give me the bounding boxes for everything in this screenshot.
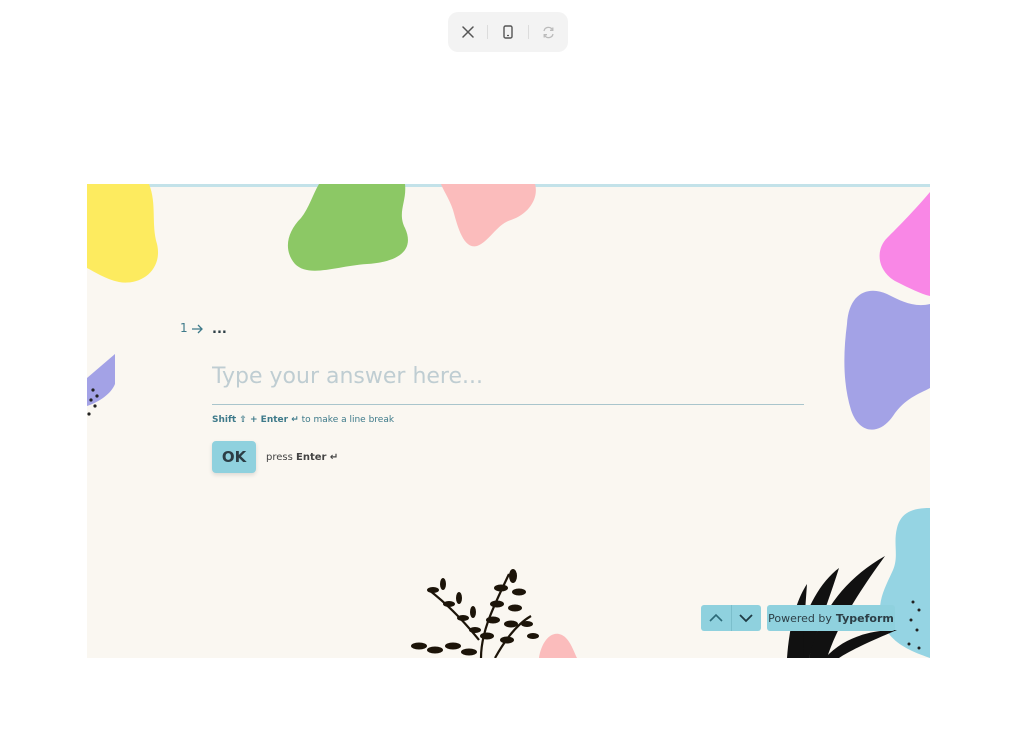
question-title: ... <box>212 322 227 337</box>
powered-by-text: Powered by <box>768 611 832 625</box>
pink-blob-bottom-shape <box>539 633 577 658</box>
pink-blob-shape <box>441 184 536 247</box>
preview-toolbar <box>448 12 568 52</box>
question-number: 1 <box>180 321 204 335</box>
press-text: press <box>266 452 293 463</box>
previous-question-button[interactable] <box>701 605 731 631</box>
refresh-button[interactable] <box>529 12 568 52</box>
question-number-text: 1 <box>180 321 188 335</box>
hint-key: Shift ⇧ + Enter ↵ <box>212 415 299 425</box>
answer-input[interactable] <box>212 364 804 405</box>
chevron-up-icon <box>709 613 723 622</box>
chevron-down-icon <box>739 614 753 623</box>
close-icon <box>461 26 474 38</box>
device-toggle-button[interactable] <box>488 12 527 52</box>
powered-by-typeform-link[interactable]: Powered by Typeform <box>767 605 895 631</box>
light-blue-blob-shape <box>880 508 930 658</box>
magenta-blob-shape <box>879 192 930 296</box>
yellow-blob-shape <box>87 184 159 283</box>
line-break-hint: Shift ⇧ + Enter ↵ to make a line break <box>212 415 394 425</box>
next-question-button[interactable] <box>732 605 762 631</box>
close-button[interactable] <box>448 12 487 52</box>
arrow-right-icon <box>192 324 204 333</box>
hint-text: to make a line break <box>301 415 395 425</box>
green-blob-shape <box>287 184 408 271</box>
lavender-small-shape <box>87 354 115 406</box>
fern-leaves-shape <box>411 569 539 656</box>
lavender-blob-shape <box>844 290 930 430</box>
ok-button[interactable]: OK <box>212 441 256 473</box>
press-key: Enter ↵ <box>296 452 339 463</box>
mobile-device-icon <box>503 25 513 39</box>
typeform-brand: Typeform <box>835 611 894 625</box>
refresh-icon <box>543 26 554 38</box>
form-frame: 1 ... Shift ⇧ + Enter ↵ to make a line b… <box>87 184 930 658</box>
press-enter-hint: press Enter ↵ <box>266 452 338 463</box>
question-navigation <box>701 605 761 631</box>
